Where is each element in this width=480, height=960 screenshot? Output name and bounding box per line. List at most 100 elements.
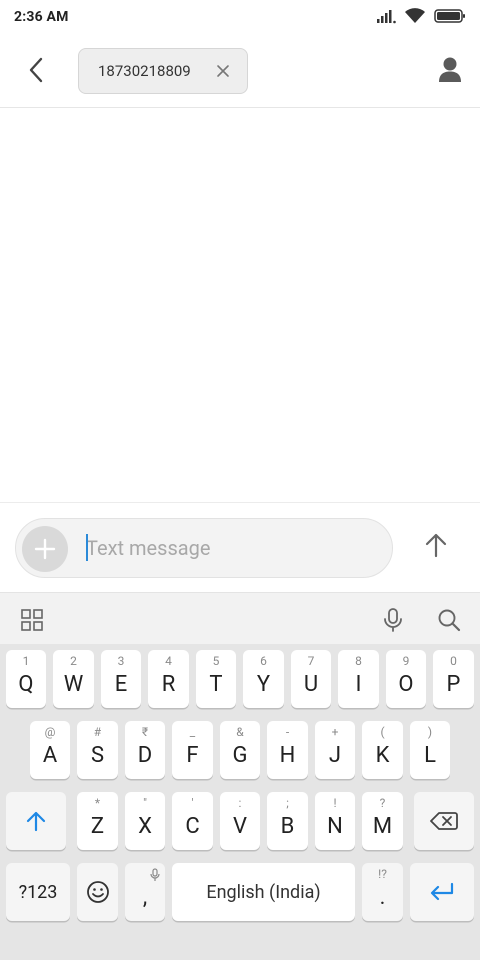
key-n[interactable]: ! N (315, 792, 355, 850)
key-hint: 9 (402, 654, 410, 668)
symbols-key-center: ?123 (6, 863, 70, 921)
key-label: H (279, 743, 296, 768)
space-key-label: English (India) (206, 881, 321, 903)
key-y[interactable]: 6 Y (243, 650, 284, 708)
key-label: Y (256, 672, 271, 697)
key-hint: 7 (307, 654, 315, 668)
space-key-center: English (India) (172, 863, 355, 921)
key-hint: - (285, 725, 290, 739)
key-label: X (138, 814, 152, 839)
key-label: A (42, 743, 58, 768)
key-hint: 4 (165, 654, 172, 668)
key-a[interactable]: @ A (30, 721, 70, 779)
key-i[interactable]: 8 I (338, 650, 379, 708)
enter-key-center (410, 863, 474, 921)
key-m[interactable]: ? M (362, 792, 403, 850)
key-e[interactable]: 3 E (101, 650, 141, 708)
key-hint: 8 (355, 654, 362, 668)
key-x[interactable]: " X (125, 792, 165, 850)
key-d[interactable]: ₹ D (125, 721, 165, 779)
key-hint: ' (191, 796, 194, 810)
key-label: C (185, 814, 200, 839)
comma-key-label: , (142, 885, 148, 910)
search-icon[interactable] (436, 607, 462, 633)
message-thread (0, 109, 480, 502)
key-label: Z (90, 814, 105, 839)
key-hint: 1 (22, 654, 30, 668)
key-label: K (375, 743, 390, 768)
key-label: N (327, 814, 343, 839)
key-h[interactable]: - H (267, 721, 308, 779)
key-hint: 0 (450, 654, 457, 668)
key-hint: + (331, 725, 339, 739)
key-o[interactable]: 9 O (386, 650, 426, 708)
compose-field[interactable] (15, 518, 393, 578)
enter-arrow-icon (430, 882, 454, 901)
back-button[interactable] (20, 54, 52, 86)
grid-icon[interactable] (19, 607, 45, 633)
key-p[interactable]: 0 P (433, 650, 474, 708)
wifi-icon (405, 8, 425, 23)
key-hint: " (143, 796, 147, 810)
mic-hint-icon (150, 868, 160, 881)
mic-icon[interactable] (380, 607, 406, 633)
key-q[interactable]: 1 Q (6, 650, 46, 708)
plus-icon (34, 538, 56, 560)
symbols-key[interactable]: ?123 (6, 863, 70, 921)
key-label: T (209, 672, 223, 697)
status-time: 2:36 AM (14, 9, 69, 25)
status-bar: 2:36 AM (0, 0, 480, 34)
recipient-number: 18730218809 (98, 62, 191, 80)
key-c[interactable]: ' C (172, 792, 213, 850)
key-hint: * (94, 796, 101, 810)
key-t[interactable]: 5 T (196, 650, 236, 708)
key-z[interactable]: * Z (77, 792, 118, 850)
key-u[interactable]: 7 U (291, 650, 331, 708)
attach-button[interactable] (22, 526, 68, 572)
shift-key[interactable] (6, 792, 66, 850)
space-key[interactable]: English (India) (172, 863, 355, 921)
key-label: D (137, 743, 153, 768)
message-input[interactable] (86, 533, 376, 563)
key-label: W (63, 672, 84, 697)
key-v[interactable]: : V (220, 792, 260, 850)
key-hint: 3 (117, 654, 125, 668)
enter-key[interactable] (410, 863, 474, 921)
recipient-chip[interactable]: 18730218809 (78, 48, 248, 94)
key-w[interactable]: 2 W (53, 650, 94, 708)
period-key-label: . (379, 885, 386, 910)
backspace-icon (430, 812, 458, 830)
period-key-hint: !? (378, 867, 387, 881)
key-hint: # (93, 725, 102, 739)
keyboard-toolbar (0, 592, 480, 644)
key-hint: ! (333, 796, 337, 810)
backspace-key[interactable] (414, 792, 474, 850)
remove-recipient-icon[interactable] (215, 63, 231, 79)
send-button[interactable] (418, 527, 454, 563)
key-g[interactable]: & G (220, 721, 260, 779)
key-hint: ; (286, 796, 289, 810)
period-key[interactable]: !? . (362, 863, 403, 921)
key-l[interactable]: ) L (410, 721, 450, 779)
contact-person-icon[interactable] (434, 54, 466, 86)
key-hint: _ (189, 725, 196, 739)
comma-key[interactable]: , (125, 863, 165, 921)
key-r[interactable]: 4 R (148, 650, 189, 708)
emoji-key[interactable] (77, 863, 118, 921)
send-arrow-icon (425, 533, 447, 558)
key-label: M (372, 814, 393, 839)
key-hint: & (236, 725, 244, 739)
key-f[interactable]: _ F (172, 721, 213, 779)
key-hint: ( (380, 725, 385, 739)
key-hint: ) (427, 725, 433, 739)
signal-icon (377, 10, 396, 24)
text-cursor (86, 534, 88, 561)
key-hint: ? (379, 796, 386, 810)
key-b[interactable]: ; B (267, 792, 308, 850)
key-k[interactable]: ( K (362, 721, 403, 779)
key-label: I (355, 672, 362, 697)
key-s[interactable]: # S (77, 721, 118, 779)
key-j[interactable]: + J (315, 721, 355, 779)
symbols-key-label: ?123 (18, 881, 58, 903)
key-label: S (90, 743, 105, 768)
